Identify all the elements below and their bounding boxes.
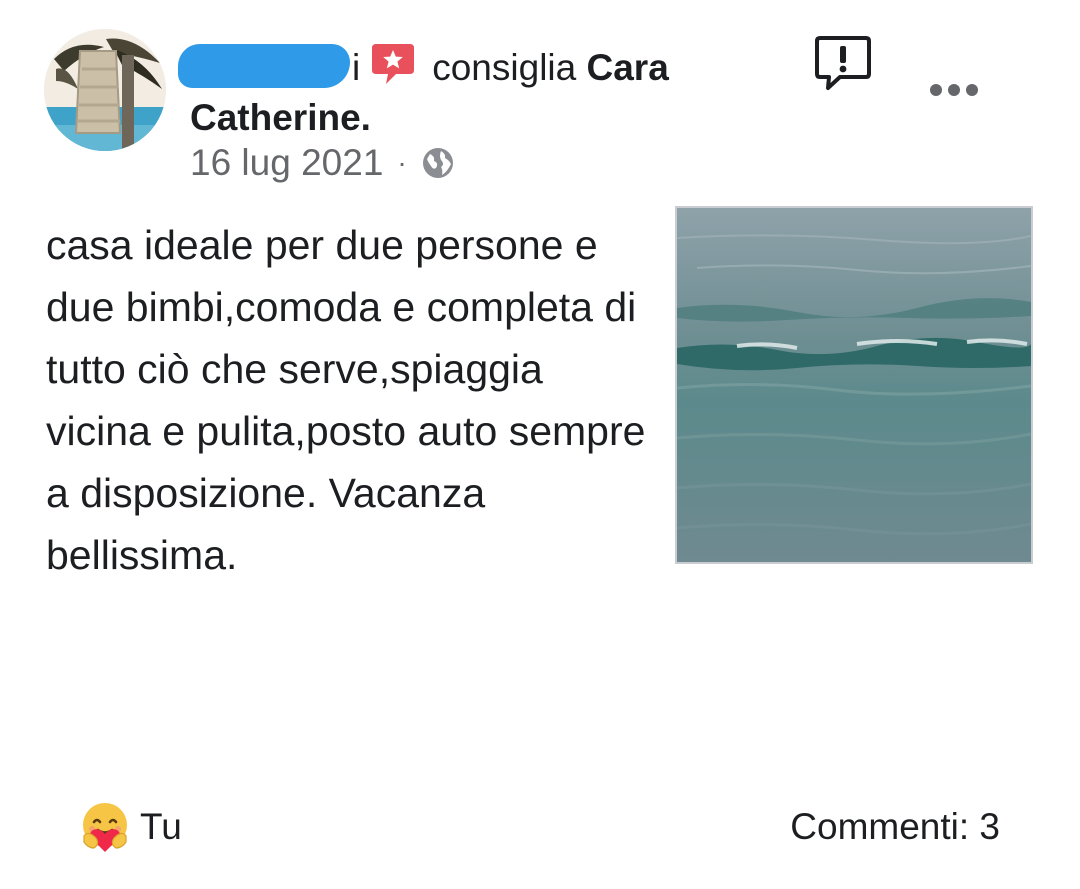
- care-reaction-icon: [83, 803, 127, 852]
- author-avatar[interactable]: [44, 29, 166, 151]
- page-name-part1[interactable]: Cara: [587, 47, 669, 88]
- post-body: casa ideale per due persone e due bimbi,…: [46, 222, 646, 578]
- post-header: i consiglia Cara Catherine.: [178, 40, 750, 143]
- redacted-author-name: [178, 44, 350, 88]
- report-icon[interactable]: [814, 34, 872, 92]
- sea-photo-image: [677, 208, 1031, 562]
- meta-separator: ·: [397, 147, 407, 178]
- comments-count[interactable]: Commenti: 3: [790, 806, 1000, 848]
- author-name-suffix[interactable]: i: [352, 47, 360, 88]
- globe-icon: [422, 148, 453, 178]
- action-text: consiglia: [432, 47, 577, 88]
- reactions-bar[interactable]: Tu: [78, 800, 182, 854]
- recommend-star-icon: [372, 44, 415, 84]
- post-card: i consiglia Cara Catherine. 16 lug 2021 …: [0, 0, 1080, 889]
- more-icon[interactable]: [928, 80, 980, 100]
- post-meta: 16 lug 2021 ·: [190, 142, 455, 184]
- post-date[interactable]: 16 lug 2021: [190, 142, 383, 184]
- sea-photo[interactable]: [675, 206, 1033, 564]
- reaction-label: Tu: [140, 806, 182, 847]
- page-name-part2[interactable]: Catherine.: [190, 97, 371, 138]
- avatar-image: [44, 29, 166, 151]
